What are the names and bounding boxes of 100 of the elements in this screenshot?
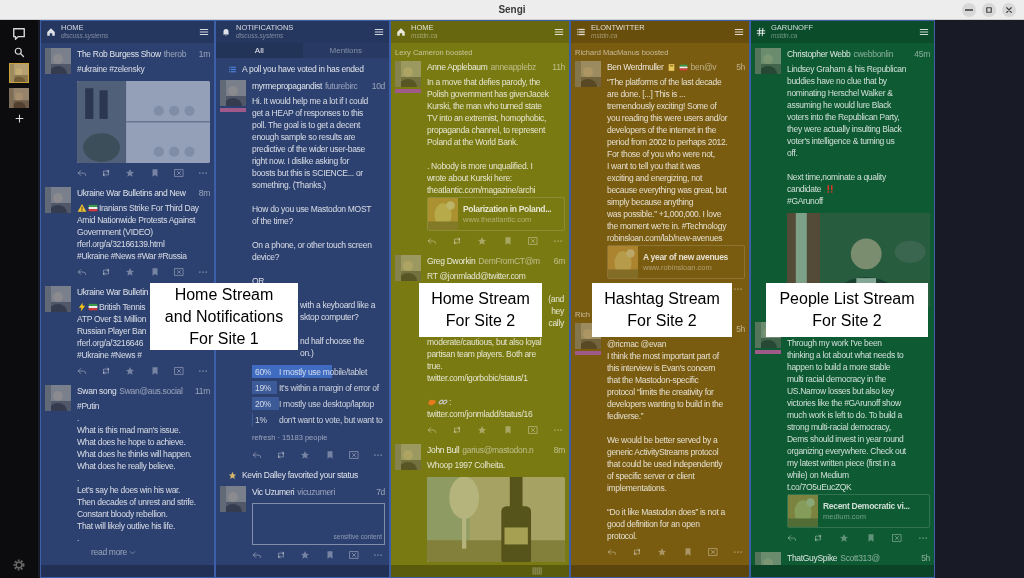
poll-option[interactable]: 1% don't want to vote, but want to [252,413,385,426]
settings-button[interactable] [12,558,26,572]
mute-button[interactable] [707,547,718,557]
column-menu-button[interactable] [734,27,744,37]
author-name[interactable]: Ben Werdmuller [607,61,664,73]
poll-option-text: It's within a margin of error of [279,381,379,394]
favorite-button[interactable] [125,168,136,178]
maximize-button[interactable] [982,3,996,17]
boost-button[interactable] [452,425,463,435]
poll-option[interactable]: 60% I mostly use mobile/tablet [252,365,385,378]
column-menu-button[interactable] [919,27,929,37]
boost-button[interactable] [276,550,287,560]
author-name[interactable]: Christopher Webb [787,48,851,60]
boost-button[interactable] [632,547,643,557]
reply-button[interactable] [607,547,617,557]
favorite-button[interactable] [657,547,668,557]
boost-button[interactable] [452,236,463,246]
mute-button[interactable] [348,550,359,560]
post-text: Lindsey Graham & his Republican buddies have no clue that by nominating Herschel Walker & assuming he would lure Black voters into the Republican Party, they were actually insulting Black voter's intelligence & turning us off. [787,63,907,159]
post-time: 10d [371,80,385,92]
boost-icon [813,533,824,543]
favorite-button[interactable] [125,267,136,277]
reply-button[interactable] [252,450,262,460]
reply-button[interactable] [77,267,87,277]
boost-button[interactable] [101,267,112,277]
favorite-button[interactable] [125,366,136,376]
author-name[interactable]: ThatGuySpike [787,552,838,564]
mute-button[interactable] [173,267,184,277]
compose-button[interactable] [12,27,26,41]
reply-icon [252,450,262,460]
poll-option[interactable]: 19% It's within a margin of error of [252,381,385,394]
post-time: 5h [736,323,745,335]
author-name[interactable]: Anne Applebaum [427,61,488,73]
author-name[interactable]: myrmepropagandist [252,80,323,92]
author-name[interactable]: Vic Uzumeri [252,486,295,498]
boost-icon [452,425,463,435]
column-menu-button[interactable] [554,27,564,37]
annotation-label: Home Stream For Site 2 [419,283,542,337]
reply-button[interactable] [77,366,87,376]
poll-percent: 1% [255,413,268,426]
poll-option[interactable]: 20% I mostly use desktop/laptop [252,397,385,410]
column-menu-button[interactable] [199,27,209,37]
author-handle: DemFromCT@m [478,255,540,267]
star-icon [300,450,311,460]
boost-button[interactable] [813,533,824,543]
post-time: 45m [914,48,930,60]
post-text: How do you use Mastodon MOST of the time? [252,203,372,227]
window-title: Sengi [498,3,526,17]
mute-button[interactable] [527,236,538,246]
boost-button[interactable] [101,168,112,178]
star-icon [125,168,136,178]
close-icon [527,425,538,435]
drag-handle-icon[interactable] [531,566,543,576]
post-text: Amid Nationwide Protests Against Government (VIDEO) rferl.org/a/32166139.html #Ukraine #News #War #Russia [77,214,195,262]
post-text: : [449,396,452,408]
close-button[interactable] [1002,3,1016,17]
post-text: #GArunoff [787,195,823,207]
author-name[interactable]: The Rob Burgess Show [77,48,161,60]
close-icon [173,168,184,178]
favorite-button[interactable] [300,550,311,560]
mute-button[interactable] [173,366,184,376]
filter-tab[interactable]: All [216,43,303,58]
author-name[interactable]: Ukraine War Bulletin [77,286,149,298]
star-icon [477,236,488,246]
reply-button[interactable] [252,550,262,560]
favorite-button[interactable] [300,450,311,460]
search-button[interactable] [13,46,25,58]
mute-button[interactable] [173,168,184,178]
mute-button[interactable] [527,425,538,435]
boost-icon [101,366,112,376]
reply-icon [607,547,617,557]
post-text: #Putin . What is this mad man's issue. What does he hope to achieve. What does he thinks will happen. What does he really believe. . Let's say he does win his war. Then decades of unrest and strife. Constant bloody rebellion. That will likely outlive his life. . [77,400,196,544]
reply-button[interactable] [77,168,87,178]
author-handle: cwebbonlin [853,48,894,60]
list-icon [228,64,237,74]
boost-button[interactable] [101,366,112,376]
post-text: British Tennis [99,301,146,313]
author-name[interactable]: Ukraine War Bulletins and New [77,187,186,199]
favorite-button[interactable] [839,533,850,543]
post-text: On a phone, or other touch screen device? [252,239,372,263]
read-more-link[interactable]: read more [91,546,137,558]
star-icon [125,366,136,376]
mute-button[interactable] [891,533,902,543]
reply-button[interactable] [427,236,437,246]
boost-icon [632,547,643,557]
add-account-button[interactable] [13,113,25,124]
author-name[interactable]: Greg Dworkin [427,255,476,267]
author-name[interactable]: John Bull [427,444,460,456]
author-name[interactable]: Swan song [77,385,117,397]
post-time: 6m [553,255,565,267]
boost-button[interactable] [276,450,287,460]
mute-button[interactable] [348,450,359,460]
reply-button[interactable] [427,425,437,435]
favorite-button[interactable] [477,425,488,435]
reply-button[interactable] [787,533,797,543]
favorite-button[interactable] [477,236,488,246]
minimize-button[interactable] [962,3,976,17]
column-menu-button[interactable] [374,27,384,37]
minimize-icon [965,9,973,11]
reply-icon [427,425,437,435]
